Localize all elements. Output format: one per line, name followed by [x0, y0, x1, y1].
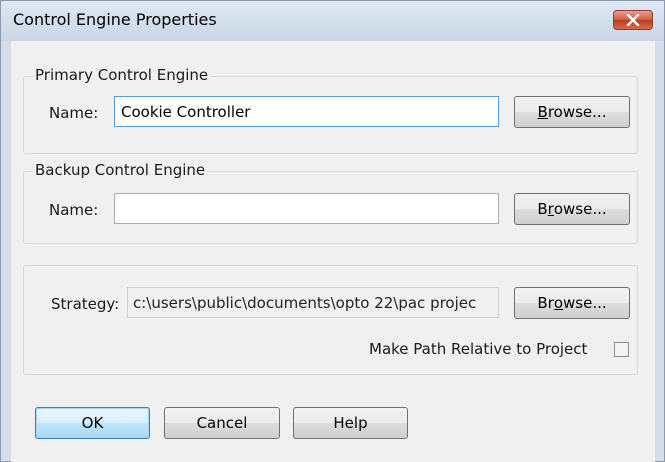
strategy-label: Strategy:	[51, 295, 120, 313]
backup-browse-button[interactable]: Br owse...	[514, 193, 630, 225]
strategy-browse-button[interactable]: Br o wse...	[514, 287, 630, 319]
ok-button[interactable]: OK	[35, 407, 150, 439]
backup-group-label: Backup Control Engine	[33, 161, 208, 179]
strategy-path-field[interactable]: c:\users\public\documents\opto 22\pac pr…	[127, 287, 499, 318]
relative-path-checkbox[interactable]	[614, 342, 629, 357]
primary-group-label: Primary Control Engine	[33, 66, 211, 84]
strategy-group	[23, 265, 638, 375]
relative-path-label: Make Path Relative to Project	[369, 340, 588, 358]
backup-name-field[interactable]	[114, 193, 499, 224]
primary-name-field[interactable]: Cookie Controller	[114, 96, 499, 127]
primary-browse-button[interactable]: Browse...	[514, 96, 630, 128]
dialog-window: Control Engine Properties Primary Contro…	[0, 0, 665, 462]
title-bar[interactable]: Control Engine Properties	[1, 1, 664, 41]
backup-name-label: Name:	[49, 201, 99, 219]
primary-name-label: Name:	[49, 104, 99, 122]
help-button[interactable]: Help	[293, 407, 408, 439]
window-title: Control Engine Properties	[13, 10, 217, 29]
close-button[interactable]	[613, 10, 653, 30]
cancel-button[interactable]: Cancel	[164, 407, 280, 439]
close-icon	[626, 14, 640, 26]
